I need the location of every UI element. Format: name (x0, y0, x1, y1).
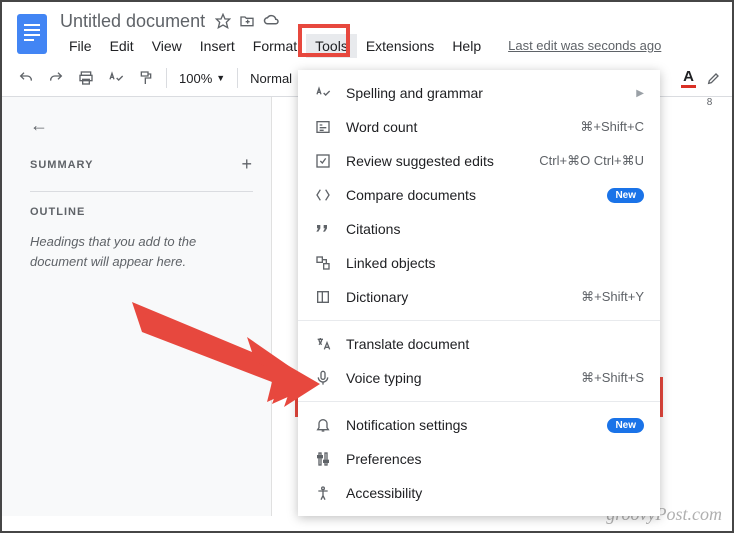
star-icon[interactable] (215, 13, 231, 29)
menu-insert[interactable]: Insert (191, 34, 244, 58)
new-badge: New (607, 418, 644, 433)
dd-compare[interactable]: Compare documents New (298, 178, 660, 212)
citations-icon (314, 220, 332, 238)
paragraph-style-select[interactable]: Normal (246, 71, 296, 86)
menu-edit[interactable]: Edit (101, 34, 143, 58)
dd-translate[interactable]: Translate document (298, 327, 660, 361)
dd-citations[interactable]: Citations (298, 212, 660, 246)
back-arrow-icon[interactable]: ← (30, 115, 253, 136)
outline-hint: Headings that you add to the document wi… (30, 232, 253, 271)
translate-icon (314, 335, 332, 353)
new-badge: New (607, 188, 644, 203)
move-icon[interactable] (239, 13, 255, 29)
bell-icon (314, 416, 332, 434)
zoom-select[interactable]: 100%▼ (175, 71, 229, 86)
spellcheck-button[interactable] (104, 66, 128, 90)
menu-tools[interactable]: Tools (306, 34, 357, 58)
summary-label: SUMMARY (30, 159, 93, 171)
word-count-icon (314, 118, 332, 136)
menu-format[interactable]: Format (244, 34, 306, 58)
docs-logo-icon[interactable] (14, 10, 50, 58)
last-edit-link[interactable]: Last edit was seconds ago (508, 38, 661, 53)
menu-view[interactable]: View (143, 34, 191, 58)
dd-notification[interactable]: Notification settings New (298, 408, 660, 442)
dd-spelling-grammar[interactable]: Spelling and grammar ▶ (298, 76, 660, 110)
menu-help[interactable]: Help (443, 34, 490, 58)
dd-word-count[interactable]: Word count ⌘+Shift+C (298, 110, 660, 144)
dd-preferences[interactable]: Preferences (298, 442, 660, 476)
dd-linked-objects[interactable]: Linked objects (298, 246, 660, 280)
preferences-icon (314, 450, 332, 468)
redo-button[interactable] (44, 66, 68, 90)
undo-button[interactable] (14, 66, 38, 90)
highlight-button[interactable] (706, 70, 722, 86)
review-icon (314, 152, 332, 170)
dd-dictionary[interactable]: Dictionary ⌘+Shift+Y (298, 280, 660, 314)
dictionary-icon (314, 288, 332, 306)
chevron-right-icon: ▶ (636, 88, 644, 99)
paint-format-button[interactable] (134, 66, 158, 90)
dd-voice-typing[interactable]: Voice typing ⌘+Shift+S (298, 361, 660, 395)
document-title[interactable]: Untitled document (60, 11, 205, 32)
compare-icon (314, 186, 332, 204)
print-button[interactable] (74, 66, 98, 90)
accessibility-icon (314, 484, 332, 502)
dd-review-suggested[interactable]: Review suggested edits Ctrl+⌘O Ctrl+⌘U (298, 144, 660, 178)
outline-label: OUTLINE (30, 206, 253, 218)
cloud-icon[interactable] (263, 13, 281, 29)
text-color-button[interactable]: A (681, 68, 696, 88)
menu-file[interactable]: File (60, 34, 101, 58)
menu-extensions[interactable]: Extensions (357, 34, 443, 58)
linked-objects-icon (314, 254, 332, 272)
spellcheck-icon (314, 84, 332, 102)
tools-dropdown: Spelling and grammar ▶ Word count ⌘+Shif… (298, 70, 660, 516)
dd-accessibility[interactable]: Accessibility (298, 476, 660, 510)
outline-sidebar: ← SUMMARY + OUTLINE Headings that you ad… (2, 97, 272, 516)
add-summary-button[interactable]: + (241, 154, 253, 175)
menubar: File Edit View Insert Format Tools Exten… (60, 34, 720, 58)
microphone-icon (314, 369, 332, 387)
